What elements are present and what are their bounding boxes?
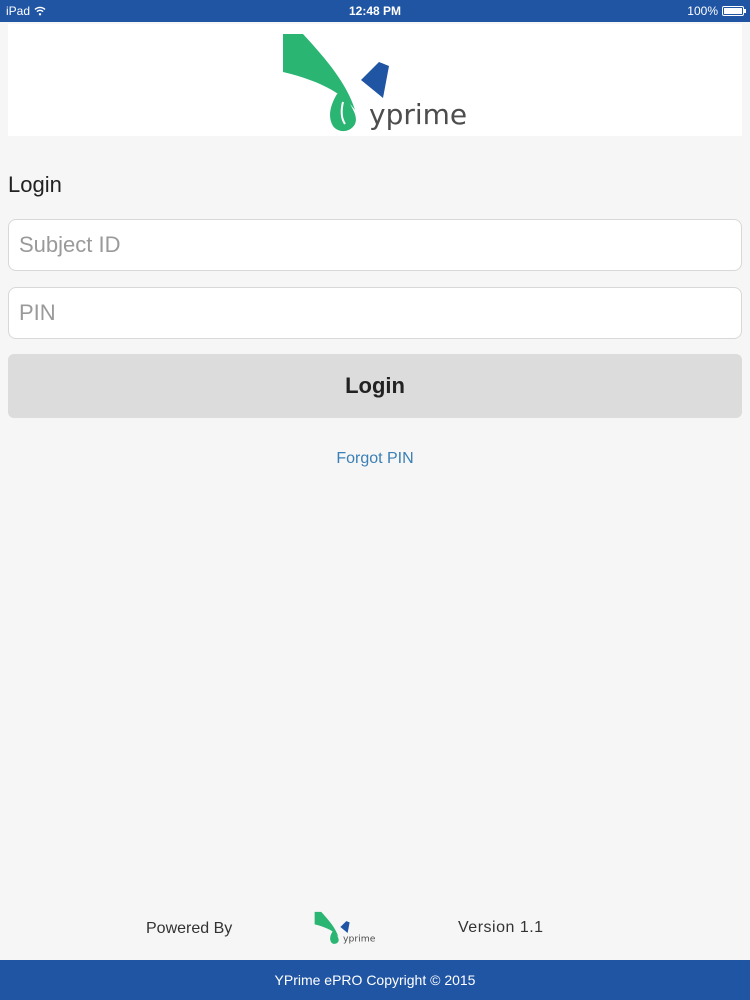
svg-text:yprime: yprime	[343, 934, 376, 945]
svg-text:yprime: yprime	[369, 98, 467, 131]
yprime-logo: yprime	[283, 34, 467, 132]
status-right: 100%	[687, 4, 746, 18]
status-time: 12:48 PM	[348, 4, 402, 18]
pin-input[interactable]	[8, 287, 742, 339]
battery-percent: 100%	[687, 4, 718, 18]
battery-icon	[722, 6, 746, 16]
powered-by-label: Powered By	[146, 920, 233, 937]
status-bar: iPad 12:48 PM 100%	[0, 0, 750, 22]
forgot-pin-link[interactable]: Forgot PIN	[0, 450, 750, 468]
login-button[interactable]: Login	[8, 354, 742, 418]
copyright-bar: YPrime ePRO Copyright © 2015	[0, 960, 750, 1000]
version-label: Version 1.1	[458, 919, 544, 936]
login-heading: Login	[8, 172, 62, 197]
subject-id-input[interactable]	[8, 219, 742, 271]
header-logo-banner: yprime	[8, 24, 742, 136]
footer-yprime-logo: yprime	[314, 911, 376, 945]
